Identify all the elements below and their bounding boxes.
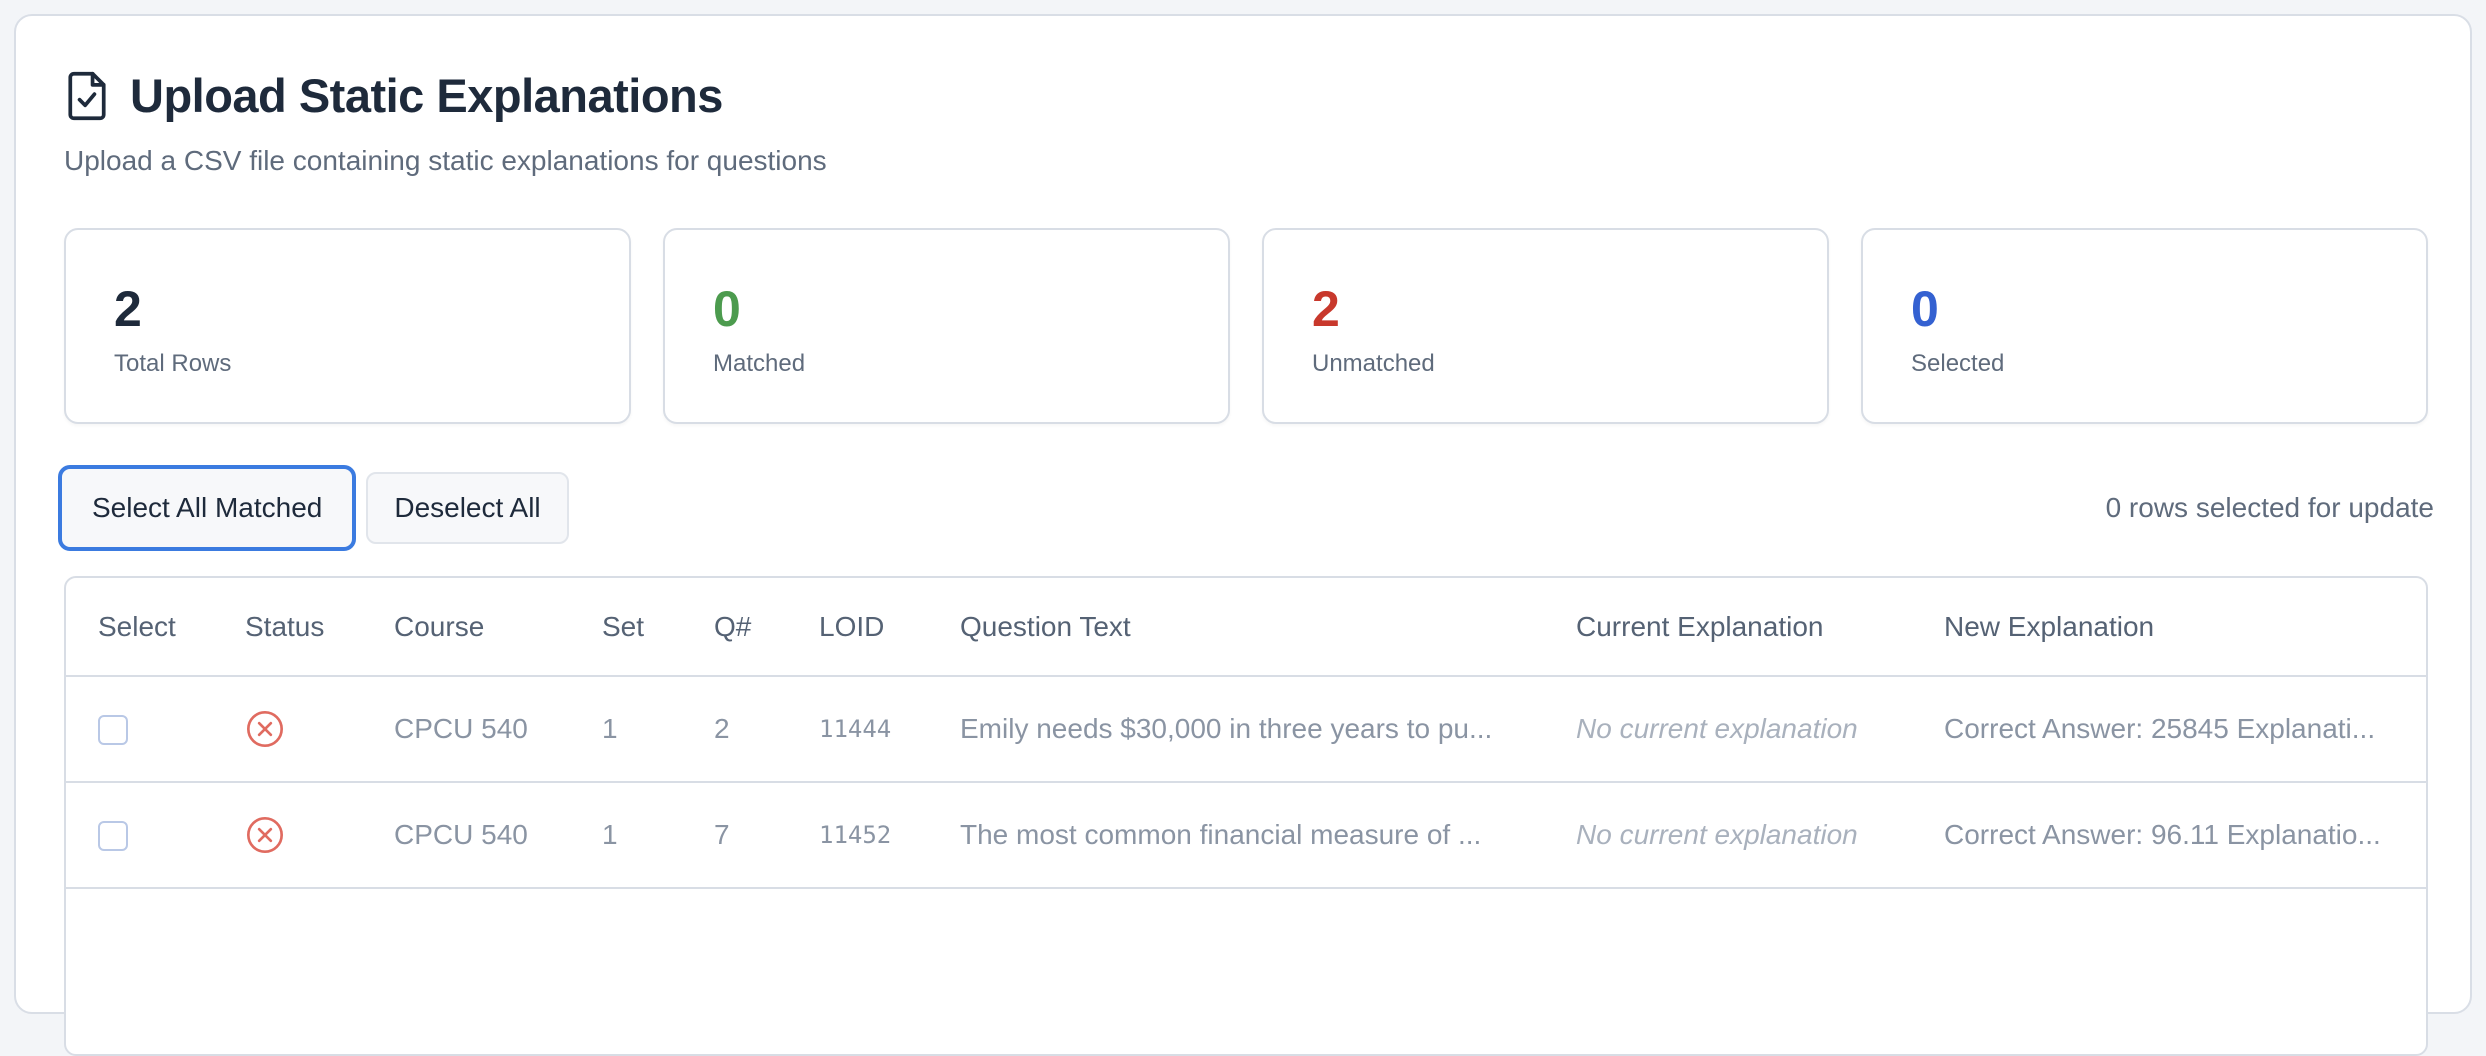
q-number-cell: 2 [682, 676, 787, 783]
selection-status: 0 rows selected for update [2105, 492, 2434, 523]
panel-header: Upload Static Explanations Upload a CSV … [64, 68, 827, 177]
stat-value-matched: 0 [713, 281, 741, 337]
file-check-icon [68, 71, 106, 120]
table-header-row: Select Status Course Set Q# LOID Questio… [66, 578, 2426, 677]
column-header-current-explanation[interactable]: Current Explanation [1544, 578, 1912, 677]
current-explanation-cell: No current explanation [1544, 676, 1912, 783]
column-header-select: Select [66, 578, 213, 677]
stat-card-total-rows: 2 Total Rows [64, 228, 631, 424]
stat-card-unmatched: 2 Unmatched [1262, 228, 1829, 424]
stat-label-selected: Selected [1911, 350, 2005, 377]
loid-cell: 11452 [787, 782, 928, 889]
stats-row: 2 Total Rows 0 Matched 2 Unmatched 0 Sel… [64, 228, 2428, 424]
new-explanation-cell: Correct Answer: 96.11 Explanatio... [1912, 782, 2426, 889]
x-circle-icon [247, 817, 283, 853]
loid-cell: 11444 [787, 676, 928, 783]
select-cell [66, 676, 213, 783]
set-cell: 1 [570, 676, 682, 783]
column-header-q-number[interactable]: Q# [682, 578, 787, 677]
table-row[interactable]: CPCU 540 1 2 11444 Emily needs $30,000 i… [66, 676, 2426, 783]
select-all-matched-button[interactable]: Select All Matched [58, 465, 357, 551]
select-cell [66, 782, 213, 889]
upload-panel: Upload Static Explanations Upload a CSV … [14, 14, 2472, 1056]
deselect-all-button[interactable]: Deselect All [366, 472, 569, 544]
status-cell [213, 676, 362, 783]
column-header-course[interactable]: Course [362, 578, 570, 677]
stat-label-matched: Matched [713, 350, 806, 377]
q-number-cell: 7 [682, 782, 787, 889]
column-header-new-explanation[interactable]: New Explanation [1912, 578, 2426, 677]
stat-value-unmatched: 2 [1312, 281, 1340, 337]
set-cell: 1 [570, 782, 682, 889]
stat-card-matched: 0 Matched [663, 228, 1230, 424]
column-header-status: Status [213, 578, 362, 677]
stat-label-unmatched: Unmatched [1312, 350, 1435, 377]
stat-value-selected: 0 [1911, 281, 1939, 337]
new-explanation-cell: Correct Answer: 25845 Explanati... [1912, 676, 2426, 783]
row-checkbox[interactable] [98, 715, 128, 746]
column-header-question-text[interactable]: Question Text [928, 578, 1544, 677]
status-cell [213, 782, 362, 889]
current-explanation-cell: No current explanation [1544, 782, 1912, 889]
column-header-loid[interactable]: LOID [787, 578, 928, 677]
selection-toolbar: Select All Matched Deselect All 0 rows s… [58, 465, 2434, 551]
question-text-cell: Emily needs $30,000 in three years to pu… [928, 676, 1544, 783]
stat-card-selected: 0 Selected [1861, 228, 2428, 424]
page-title: Upload Static Explanations [130, 69, 723, 122]
course-cell: CPCU 540 [362, 782, 570, 889]
title-row: Upload Static Explanations [64, 68, 827, 123]
stat-value-total-rows: 2 [114, 281, 142, 337]
x-circle-icon [247, 711, 283, 747]
explanations-table: Select Status Course Set Q# LOID Questio… [64, 576, 2428, 1056]
course-cell: CPCU 540 [362, 676, 570, 783]
page-subtitle: Upload a CSV file containing static expl… [64, 145, 827, 176]
row-checkbox[interactable] [98, 821, 128, 852]
table-row[interactable]: CPCU 540 1 7 11452 The most common finan… [66, 782, 2426, 889]
stat-label-total-rows: Total Rows [114, 350, 232, 377]
question-text-cell: The most common financial measure of ... [928, 782, 1544, 889]
column-header-set[interactable]: Set [570, 578, 682, 677]
